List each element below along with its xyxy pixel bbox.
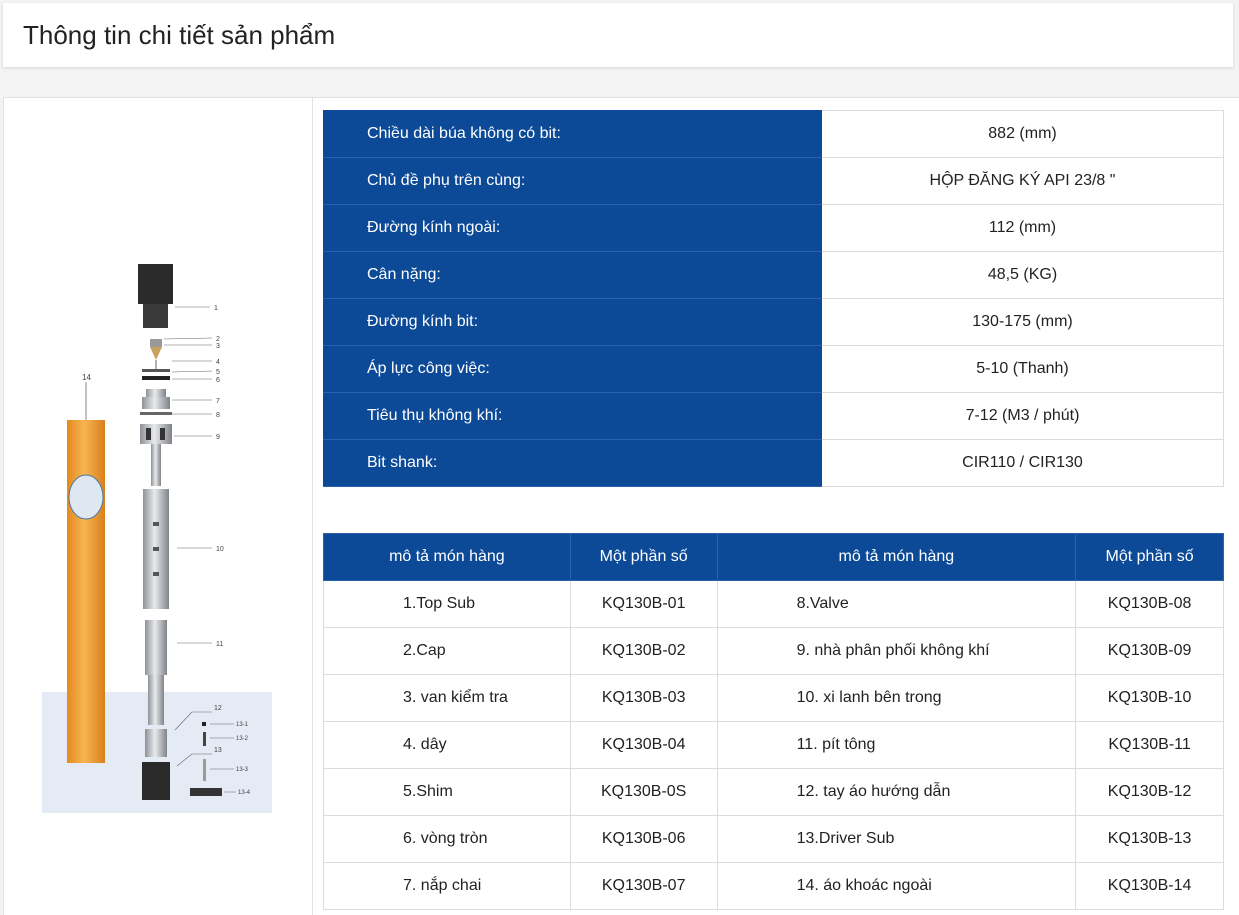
- svg-text:12: 12: [214, 705, 222, 712]
- header-description-2: mô tả món hàng: [716, 533, 1077, 581]
- part-description: 11. pít tông: [716, 721, 1077, 769]
- part-description: 5.Shim: [323, 768, 571, 816]
- spec-value: 48,5 (KG): [821, 251, 1224, 299]
- svg-text:7: 7: [216, 398, 220, 405]
- svg-text:4: 4: [216, 359, 220, 366]
- part-description: 12. tay áo hướng dẫn: [716, 768, 1077, 816]
- spec-row: Đường kính bit: 130-175 (mm): [323, 298, 1224, 346]
- spec-value: 130-175 (mm): [821, 298, 1224, 346]
- table-row: 7. nắp chai KQ130B-07 14. áo khoác ngoài KQ…: [323, 862, 1224, 910]
- sleeve-logo-icon: [68, 474, 104, 520]
- spec-value: HỘP ĐĂNG KÝ API 23/8 ": [821, 157, 1224, 205]
- spec-row: Bit shank: CIR110 / CIR130: [323, 439, 1224, 487]
- page-header: Thông tin chi tiết sản phẩm: [3, 3, 1233, 67]
- svg-text:5: 5: [216, 369, 220, 376]
- part-description: 7. nắp chai: [323, 862, 571, 910]
- part-description: 2.Cap: [323, 627, 571, 675]
- svg-text:3: 3: [216, 343, 220, 350]
- product-detail-panel: 14 1 2 3 4 5 6 7 8 9 10 11 12 13 13-1 13…: [3, 97, 1239, 915]
- part-number: KQ130B-01: [569, 580, 718, 628]
- spec-label: Áp lực công việc:: [323, 345, 822, 393]
- part-description: 8.Valve: [716, 580, 1077, 628]
- part-number: KQ130B-14: [1075, 862, 1224, 910]
- spec-value: 112 (mm): [821, 204, 1224, 252]
- spec-value: 5-10 (Thanh): [821, 345, 1224, 393]
- table-row: 2.Cap KQ130B-02 9. nhà phân phối không khí…: [323, 627, 1224, 675]
- spec-label: Chiều dài búa không có bit:: [323, 110, 822, 158]
- svg-text:13-3: 13-3: [236, 767, 249, 773]
- table-row: 4. dây KQ130B-04 11. pít tông KQ130B-11: [323, 721, 1224, 769]
- part-number: KQ130B-12: [1075, 768, 1224, 816]
- spec-label: Bit shank:: [323, 439, 822, 487]
- spec-value: CIR110 / CIR130: [821, 439, 1224, 487]
- svg-text:1: 1: [214, 305, 218, 312]
- header-description-1: mô tả món hàng: [323, 533, 571, 581]
- spec-label: Chủ đề phụ trên cùng:: [323, 157, 822, 205]
- parts-table: mô tả món hàng Một phần số mô tả món hàn…: [323, 533, 1224, 910]
- outer-sleeve-part: [67, 420, 105, 763]
- part-description: 1.Top Sub: [323, 580, 571, 628]
- part-number: KQ130B-03: [569, 674, 718, 722]
- top-sub-part: [138, 264, 173, 304]
- spec-row: Chủ đề phụ trên cùng: HỘP ĐĂNG KÝ API 23/…: [323, 157, 1224, 205]
- part-number: KQ130B-10: [1075, 674, 1224, 722]
- parts-table-header: mô tả món hàng Một phần số mô tả món hàn…: [323, 533, 1224, 581]
- table-row: 5.Shim KQ130B-0S 12. tay áo hướng dẫn KQ130…: [323, 768, 1224, 816]
- part-number: KQ130B-09: [1075, 627, 1224, 675]
- part-description: 9. nhà phân phối không khí: [716, 627, 1077, 675]
- part-description: 6. vòng tròn: [323, 815, 571, 863]
- part-number: KQ130B-08: [1075, 580, 1224, 628]
- spec-label: Đường kính bit:: [323, 298, 822, 346]
- header-part-number-2: Một phần số: [1075, 533, 1224, 581]
- part-number: KQ130B-02: [569, 627, 718, 675]
- svg-text:13-2: 13-2: [236, 736, 249, 742]
- spec-row: Chiều dài búa không có bit: 882 (mm): [323, 110, 1224, 158]
- part-number: KQ130B-04: [569, 721, 718, 769]
- spec-row: Áp lực công việc: 5-10 (Thanh): [323, 345, 1224, 393]
- spec-label: Cân nặng:: [323, 251, 822, 299]
- spec-row: Cân nặng: 48,5 (KG): [323, 251, 1224, 299]
- part-number: KQ130B-11: [1075, 721, 1224, 769]
- svg-text:2: 2: [216, 336, 220, 343]
- page-title: Thông tin chi tiết sản phẩm: [23, 20, 336, 50]
- part-description: 3. van kiểm tra: [323, 674, 571, 722]
- spec-value: 882 (mm): [821, 110, 1224, 158]
- svg-text:8: 8: [216, 412, 220, 419]
- svg-text:13: 13: [214, 747, 222, 754]
- part-description: 14. áo khoác ngoài: [716, 862, 1077, 910]
- product-image-column: 14 1 2 3 4 5 6 7 8 9 10 11 12 13 13-1 13…: [4, 98, 313, 915]
- header-part-number-1: Một phần số: [569, 533, 718, 581]
- spec-label: Tiêu thụ không khí:: [323, 392, 822, 440]
- part-number: KQ130B-06: [569, 815, 718, 863]
- part-number: KQ130B-0S: [569, 768, 718, 816]
- table-row: 3. van kiểm tra KQ130B-03 10. xi lanh bên …: [323, 674, 1224, 722]
- svg-text:11: 11: [216, 641, 223, 648]
- svg-text:6: 6: [216, 377, 220, 384]
- part-description: 10. xi lanh bên trong: [716, 674, 1077, 722]
- spec-value: 7-12 (M3 / phút): [821, 392, 1224, 440]
- spec-row: Đường kính ngoài: 112 (mm): [323, 204, 1224, 252]
- spec-table: Chiều dài búa không có bit: 882 (mm) Chủ đ…: [323, 110, 1224, 487]
- part-number: KQ130B-13: [1075, 815, 1224, 863]
- part-description: 13.Driver Sub: [716, 815, 1077, 863]
- spec-label: Đường kính ngoài:: [323, 204, 822, 252]
- svg-text:9: 9: [216, 434, 220, 441]
- svg-text:13-4: 13-4: [238, 790, 251, 796]
- svg-text:10: 10: [216, 546, 224, 553]
- table-row: 6. vòng tròn KQ130B-06 13.Driver Sub KQ130B…: [323, 815, 1224, 863]
- part-description: 4. dây: [323, 721, 571, 769]
- spec-row: Tiêu thụ không khí: 7-12 (M3 / phút): [323, 392, 1224, 440]
- part-number: KQ130B-07: [569, 862, 718, 910]
- table-row: 1.Top Sub KQ130B-01 8.Valve KQ130B-08: [323, 580, 1224, 628]
- exploded-hammer-diagram: 14 1 2 3 4 5 6 7 8 9 10 11 12 13 13-1 13…: [42, 264, 272, 813]
- label-14: 14: [82, 373, 91, 382]
- svg-text:13-1: 13-1: [236, 722, 249, 728]
